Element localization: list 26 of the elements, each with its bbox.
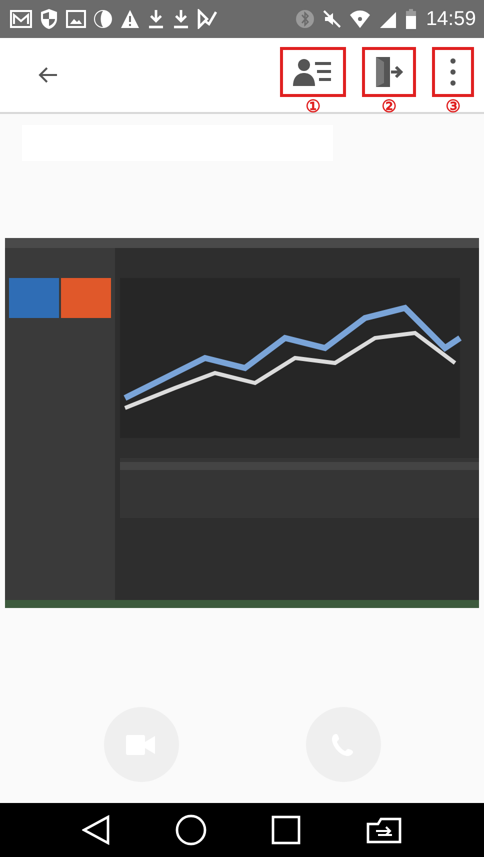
image-icon (66, 9, 86, 29)
check-icon (197, 9, 217, 29)
mail-icon (10, 9, 32, 29)
back-icon[interactable] (82, 815, 110, 845)
wifi-icon (348, 9, 371, 29)
recents-icon[interactable] (271, 815, 302, 845)
home-icon[interactable] (174, 814, 207, 846)
battery-icon (404, 8, 417, 30)
shield-icon (39, 8, 59, 30)
exit-door-icon (374, 56, 404, 88)
mute-icon (322, 9, 342, 29)
contacts-button[interactable] (280, 46, 346, 96)
clock-time: 14:59 (426, 8, 476, 30)
more-icon (450, 58, 456, 86)
callout-number: ① (306, 98, 320, 116)
callout-number: ③ (446, 98, 460, 116)
download-icon (172, 9, 190, 29)
switch-app-icon[interactable] (366, 816, 402, 844)
more-button[interactable] (432, 46, 474, 96)
callout-number: ② (382, 98, 396, 116)
exit-button[interactable] (362, 46, 416, 96)
person-list-icon (293, 56, 333, 86)
bluetooth-icon (294, 9, 315, 29)
download-icon (147, 9, 165, 29)
contrast-icon (93, 9, 113, 29)
warning-icon (120, 9, 140, 29)
